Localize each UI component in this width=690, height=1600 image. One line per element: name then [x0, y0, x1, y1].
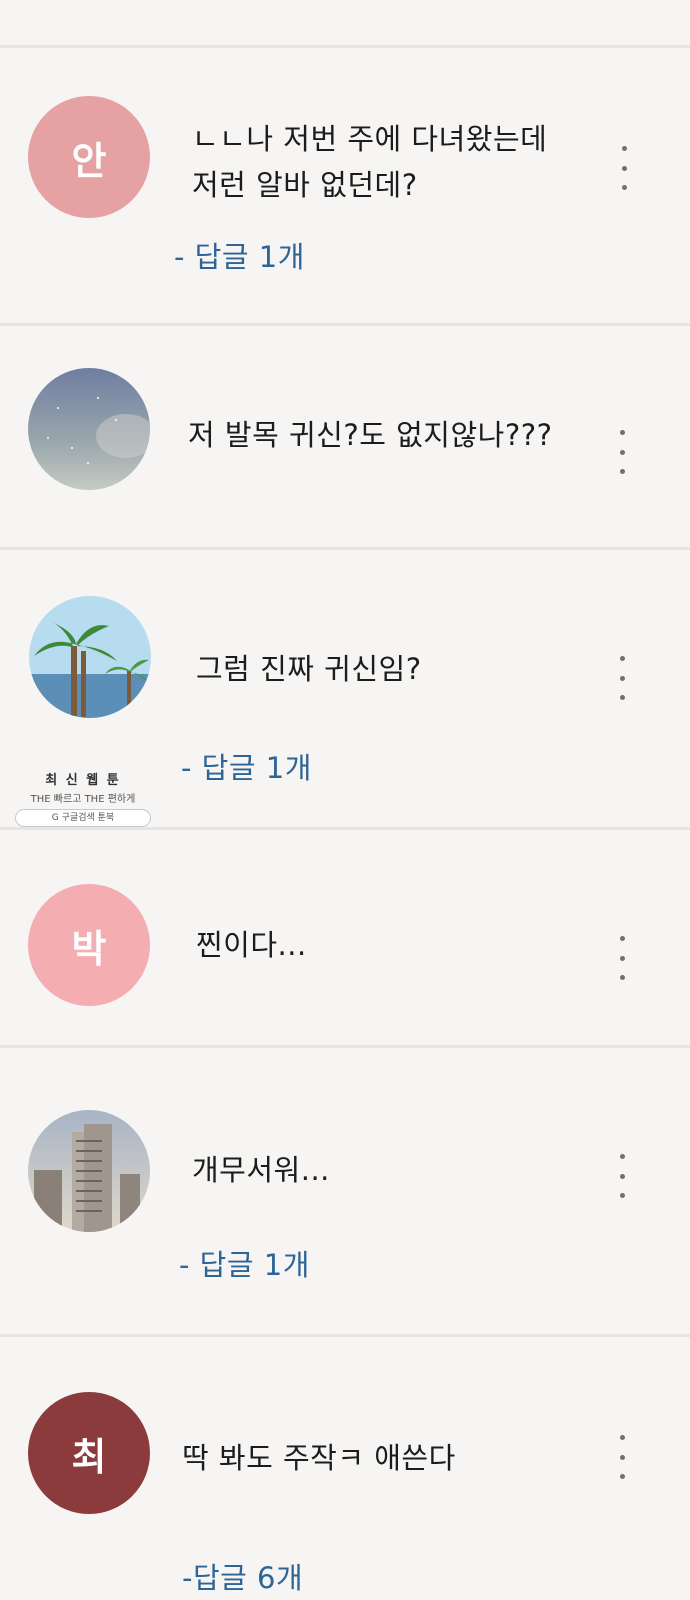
more-options-icon[interactable] [607, 430, 637, 474]
comment-text: ㄴㄴ나 저번 주에 다녀왔는데 저런 알바 없던데? [192, 122, 548, 202]
comment-text: 저 발목 귀신?도 없지않나??? [188, 418, 553, 452]
comment-text: 그럼 진짜 귀신임? [196, 652, 422, 686]
comment-text: 개무서워... [192, 1153, 330, 1187]
more-options-icon[interactable] [609, 146, 639, 190]
more-options-icon[interactable] [607, 1435, 637, 1479]
comment-item: 저 발목 귀신?도 없지않나??? [0, 326, 690, 548]
avatar-initial: 박 [71, 926, 107, 971]
ad-banner[interactable]: 최 신 웹 툰 THE 빠르고 THE 편하게 G 구글검색 툰북 [14, 769, 152, 827]
avatar[interactable]: 최 [28, 1392, 150, 1514]
ad-search-pill: G 구글검색 툰북 [15, 809, 151, 827]
comment-item: 최 딱 봐도 주작ㅋ 애쓴다 -답글 6개 [0, 1337, 690, 1600]
comment-text: 찐이다... [196, 928, 307, 962]
avatar[interactable] [29, 596, 151, 718]
avatar-initial: 안 [71, 138, 107, 183]
palm-beach-avatar-image [29, 596, 151, 718]
top-bar [0, 0, 690, 46]
comment-item: 안 ㄴㄴ나 저번 주에 다녀왔는데 저런 알바 없던데? - 답글 1개 [0, 48, 690, 324]
more-options-icon[interactable] [607, 656, 637, 700]
night-sky-avatar-image [28, 368, 150, 490]
more-options-icon[interactable] [607, 1154, 637, 1198]
avatar[interactable] [28, 368, 150, 490]
avatar[interactable]: 안 [28, 96, 150, 218]
comment-text: 딱 봐도 주작ㅋ 애쓴다 [182, 1441, 456, 1475]
ad-headline: 최 신 웹 툰 [45, 773, 121, 788]
comment-item: 개무서워... - 답글 1개 [0, 1048, 690, 1334]
reply-count-link[interactable]: - 답글 1개 [179, 1242, 310, 1284]
comment-item: 박 찐이다... [0, 830, 690, 1046]
ad-tagline: THE 빠르고 THE 편하게 [30, 794, 136, 805]
avatar[interactable] [28, 1110, 150, 1232]
reply-count-link[interactable]: - 답글 1개 [174, 234, 305, 276]
buildings-avatar-image [28, 1110, 150, 1232]
more-options-icon[interactable] [607, 936, 637, 980]
reply-count-link[interactable]: -답글 6개 [182, 1555, 303, 1597]
avatar-initial: 최 [71, 1434, 107, 1479]
reply-count-link[interactable]: - 답글 1개 [181, 745, 312, 787]
avatar[interactable]: 박 [28, 884, 150, 1006]
